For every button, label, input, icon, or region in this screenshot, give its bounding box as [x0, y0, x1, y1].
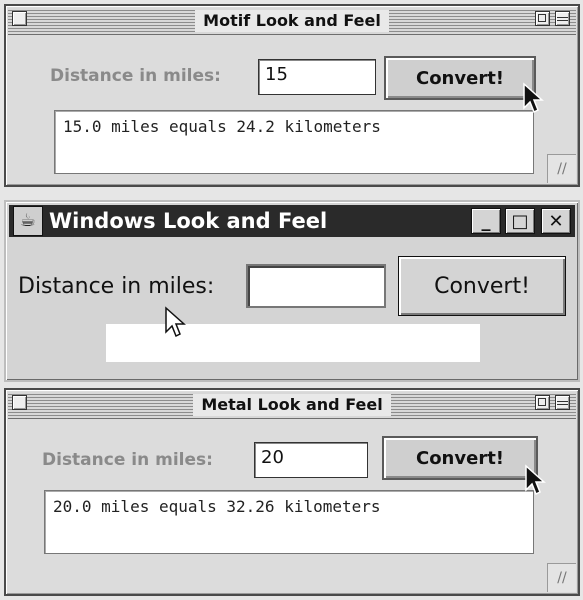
- collapse-box-icon[interactable]: [555, 395, 570, 410]
- collapse-box-icon[interactable]: [555, 11, 570, 26]
- resize-grip-icon[interactable]: //: [547, 563, 576, 592]
- maximize-icon[interactable]: □: [505, 208, 535, 234]
- windows-distance-label: Distance in miles:: [18, 274, 215, 299]
- close-box-icon[interactable]: [12, 395, 27, 410]
- close-box-icon[interactable]: [12, 11, 27, 26]
- motif-title-bar[interactable]: Motif Look and Feel: [8, 8, 576, 35]
- arrow-pointer-icon: [525, 464, 546, 496]
- motif-window-title: Motif Look and Feel: [195, 10, 389, 32]
- metal-window-title: Metal Look and Feel: [193, 394, 391, 416]
- motif-result-text: 15.0 miles equals 24.2 kilometers: [54, 110, 534, 174]
- java-cup-icon: ☕: [13, 206, 43, 236]
- metal-distance-label: Distance in miles:: [42, 450, 213, 470]
- motif-distance-input[interactable]: 15: [258, 59, 376, 95]
- minimize-icon[interactable]: _: [471, 208, 501, 234]
- metal-window: Metal Look and Feel Distance in miles: 2…: [4, 388, 580, 596]
- windows-title-bar[interactable]: ☕ Windows Look and Feel _ □ ✕: [9, 205, 575, 237]
- motif-window: Motif Look and Feel Distance in miles: 1…: [4, 4, 580, 187]
- windows-window-title: Windows Look and Feel: [49, 209, 328, 233]
- metal-convert-button[interactable]: Convert!: [382, 436, 538, 480]
- resize-grip-icon[interactable]: //: [547, 154, 576, 183]
- metal-title-bar[interactable]: Metal Look and Feel: [8, 392, 576, 419]
- arrow-pointer-icon: [523, 82, 544, 114]
- windows-convert-button[interactable]: Convert!: [398, 256, 566, 316]
- metal-result-text: 20.0 miles equals 32.26 kilometers: [44, 490, 534, 554]
- metal-distance-input[interactable]: 20: [254, 442, 368, 478]
- close-icon[interactable]: ✕: [541, 208, 571, 234]
- zoom-box-icon[interactable]: [535, 11, 550, 26]
- windows-window: ☕ Windows Look and Feel _ □ ✕ Distance i…: [4, 200, 580, 382]
- arrow-pointer-icon: [165, 306, 186, 338]
- motif-distance-label: Distance in miles:: [50, 66, 221, 86]
- motif-convert-button[interactable]: Convert!: [384, 56, 536, 100]
- zoom-box-icon[interactable]: [535, 395, 550, 410]
- windows-result-text: [106, 324, 480, 362]
- windows-distance-input[interactable]: [246, 264, 386, 308]
